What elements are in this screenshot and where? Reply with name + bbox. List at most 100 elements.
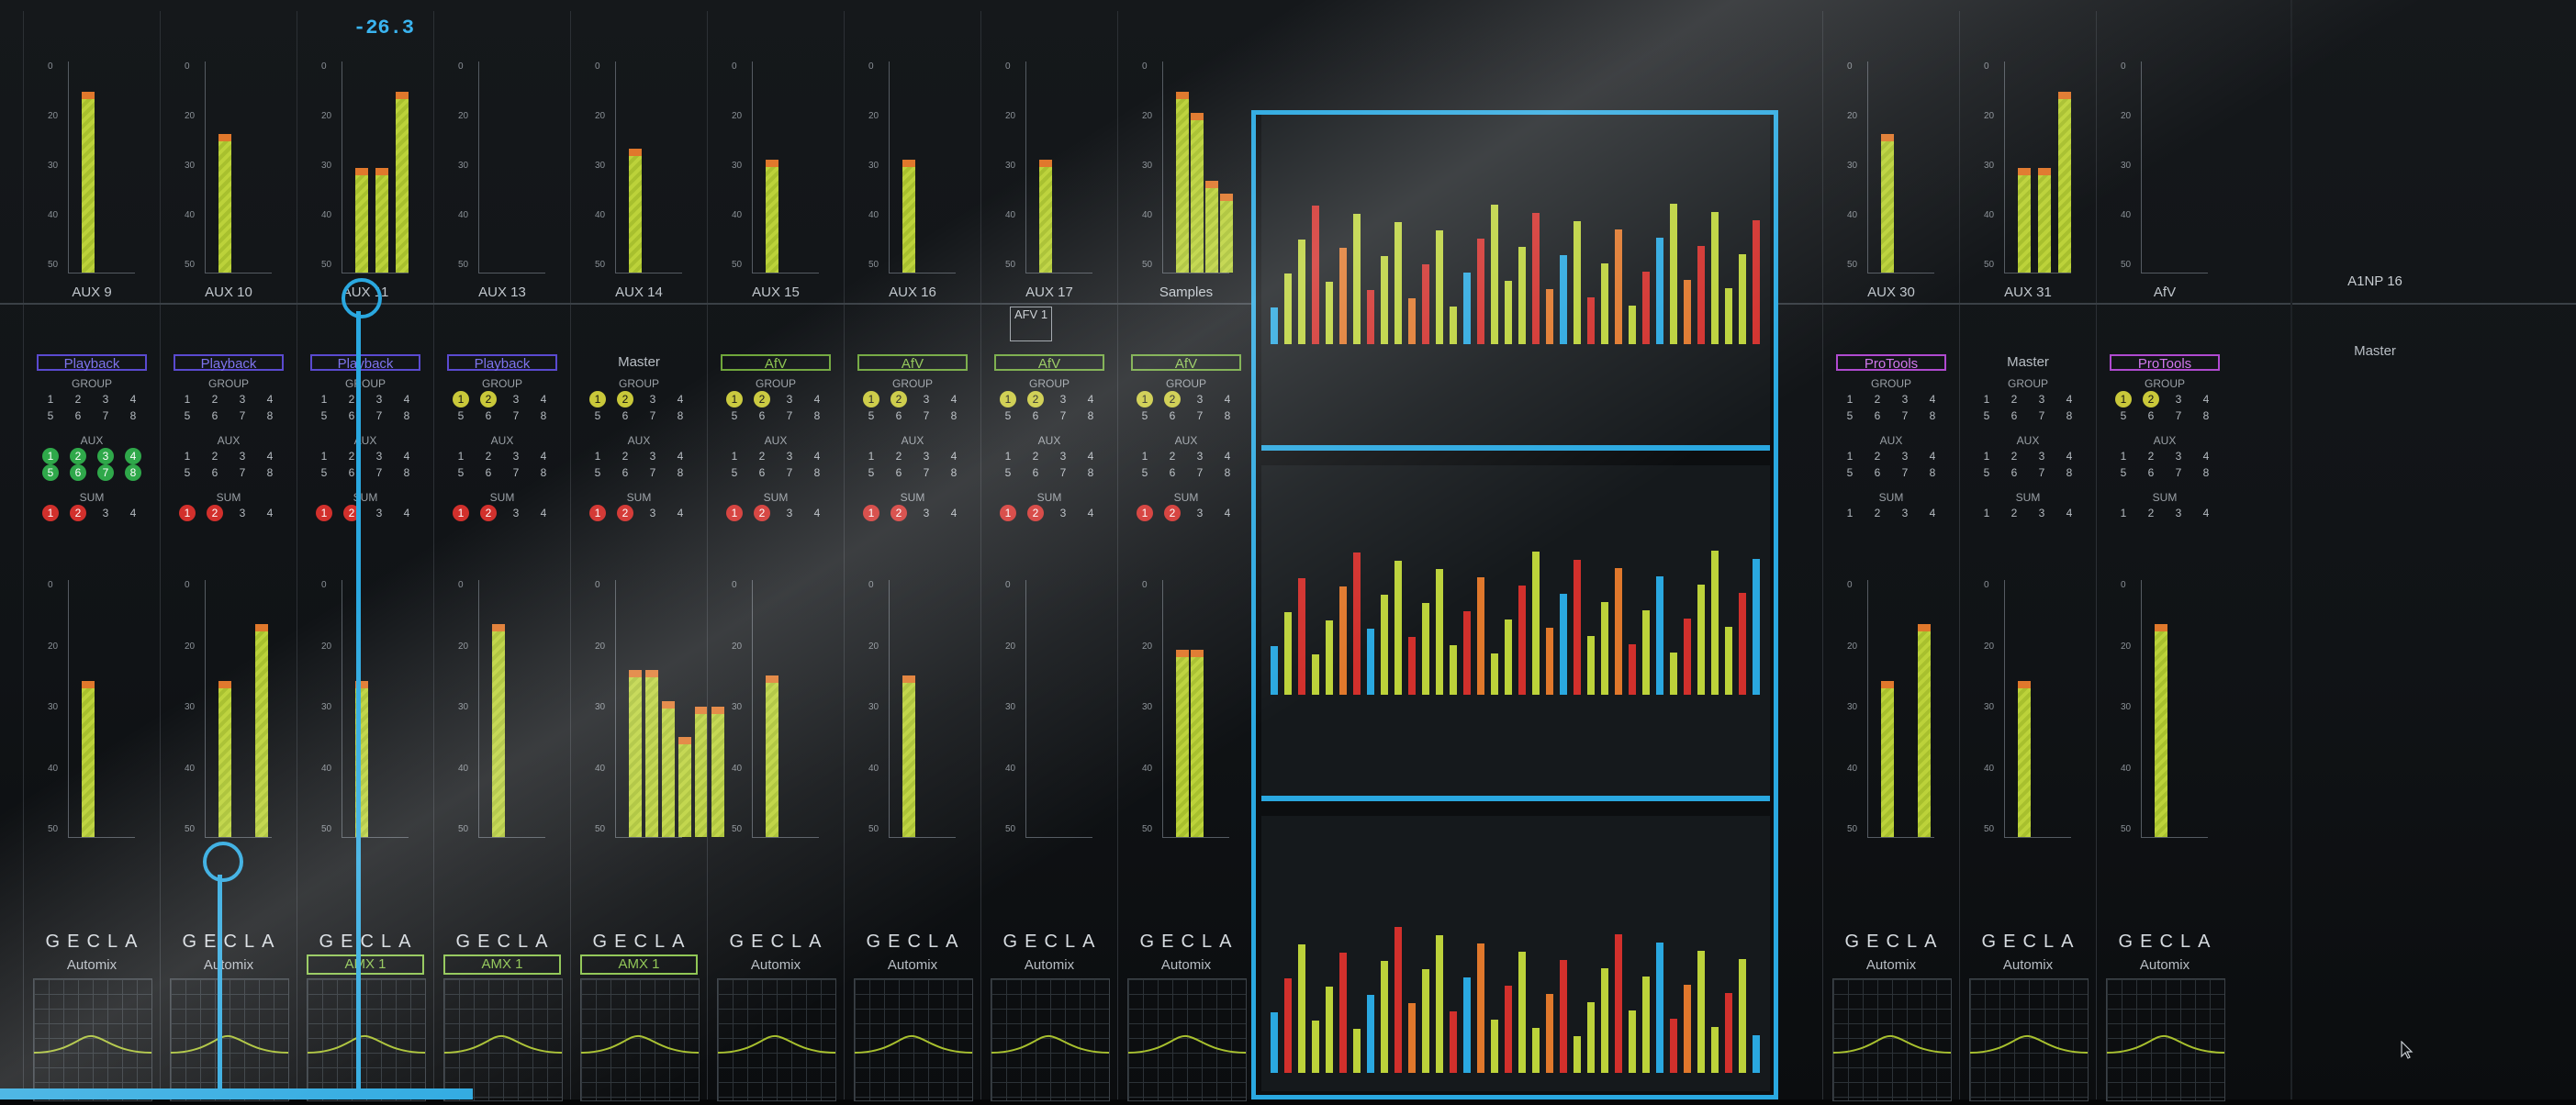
- aux-button[interactable]: 5: [1978, 464, 1995, 481]
- group-button[interactable]: 1: [179, 391, 196, 407]
- group-button[interactable]: 6: [617, 407, 633, 424]
- channel-strip[interactable]: 0 20 30 40 50 AUX 10 Playback GROUP 1 2 3 4 5 6 7 8 AUX 1…: [160, 11, 297, 1101]
- amx-group[interactable]: AMX 1: [580, 954, 698, 975]
- gecla-button[interactable]: L: [518, 932, 529, 953]
- sum-button[interactable]: 4: [1219, 505, 1236, 521]
- channel-strip[interactable]: 0 20 30 40 50 AUX 16 AfV GROUP 1 2 3 4 5 6 7 8 AUX 1 2 3 4 5 6…: [844, 11, 980, 1101]
- group-button[interactable]: 5: [726, 407, 743, 424]
- aux-button[interactable]: 6: [754, 464, 770, 481]
- channel-role-tag[interactable]: ProTools: [1836, 354, 1946, 372]
- group-button[interactable]: 1: [1000, 391, 1016, 407]
- sum-button[interactable]: 1: [2115, 505, 2132, 521]
- sum-button[interactable]: 3: [2170, 505, 2187, 521]
- gecla-button[interactable]: C: [223, 932, 237, 953]
- aux-button[interactable]: 8: [398, 464, 415, 481]
- aux-button[interactable]: 5: [179, 464, 196, 481]
- eq-curve-display[interactable]: [580, 978, 700, 1101]
- sum-button[interactable]: 3: [1055, 505, 1071, 521]
- automix-label[interactable]: Automix: [708, 957, 844, 973]
- aux-button[interactable]: 3: [2033, 448, 2050, 464]
- group-button[interactable]: 8: [2198, 407, 2214, 424]
- group-button[interactable]: 1: [2115, 391, 2132, 407]
- aux-button[interactable]: 1: [1000, 448, 1016, 464]
- group-button[interactable]: 2: [617, 391, 633, 407]
- aux-button[interactable]: 1: [726, 448, 743, 464]
- group-button[interactable]: 7: [644, 407, 661, 424]
- aux-button[interactable]: 3: [1055, 448, 1071, 464]
- aux-button[interactable]: 6: [2143, 464, 2159, 481]
- gecla-button[interactable]: A: [2061, 932, 2074, 953]
- group-button[interactable]: 5: [863, 407, 879, 424]
- group-button[interactable]: 4: [535, 391, 552, 407]
- aux-button[interactable]: 3: [97, 448, 114, 464]
- gecla-button[interactable]: G: [593, 932, 609, 953]
- group-button[interactable]: 3: [918, 391, 935, 407]
- sum-button[interactable]: 3: [781, 505, 798, 521]
- gecla-button[interactable]: A: [125, 932, 138, 953]
- aux-button[interactable]: 8: [1219, 464, 1236, 481]
- channel-strip[interactable]: 0 20 30 40 50 AUX 31 Master GROUP 1 2 3 4 5 6 7 8 AUX 1 2 3…: [1959, 11, 2096, 1101]
- group-button[interactable]: 8: [809, 407, 825, 424]
- gecla-button[interactable]: C: [770, 932, 784, 953]
- aux-button[interactable]: 4: [2198, 448, 2214, 464]
- sum-button[interactable]: 2: [1164, 505, 1181, 521]
- layout-popup-panel[interactable]: [1251, 110, 1778, 1099]
- automix-label[interactable]: Automix: [24, 957, 160, 973]
- gecla-button[interactable]: C: [1044, 932, 1058, 953]
- gecla-button[interactable]: L: [928, 932, 939, 953]
- gecla-button[interactable]: G: [46, 932, 62, 953]
- sum-button[interactable]: 4: [809, 505, 825, 521]
- eq-curve-display[interactable]: [307, 978, 426, 1101]
- sum-button[interactable]: 1: [453, 505, 469, 521]
- aux-button[interactable]: 4: [2061, 448, 2078, 464]
- aux-button[interactable]: 5: [1137, 464, 1153, 481]
- sum-button[interactable]: 4: [946, 505, 962, 521]
- gecla-button[interactable]: E: [477, 932, 490, 953]
- group-button[interactable]: 7: [2033, 407, 2050, 424]
- group-button[interactable]: 6: [1027, 407, 1044, 424]
- aux-button[interactable]: 2: [480, 448, 497, 464]
- group-button[interactable]: 2: [2143, 391, 2159, 407]
- gecla-button[interactable]: L: [2180, 932, 2191, 953]
- aux-button[interactable]: 6: [2006, 464, 2022, 481]
- group-button[interactable]: 5: [2115, 407, 2132, 424]
- eq-curve-display[interactable]: [991, 978, 1110, 1101]
- group-button[interactable]: 4: [398, 391, 415, 407]
- gecla-button[interactable]: L: [2044, 932, 2055, 953]
- aux-button[interactable]: 1: [1978, 448, 1995, 464]
- gecla-button[interactable]: C: [2159, 932, 2173, 953]
- channel-strip[interactable]: 0 20 30 40 50 AUX 17 AfV GROUP 1 2 3 4 5 6 7 8 AUX 1 2 3 4 5 6…: [980, 11, 1117, 1101]
- group-button[interactable]: 3: [508, 391, 524, 407]
- automix-label[interactable]: Automix: [1960, 957, 2096, 973]
- gecla-button[interactable]: A: [672, 932, 685, 953]
- gecla-button[interactable]: A: [398, 932, 411, 953]
- aux-button[interactable]: 2: [890, 448, 907, 464]
- group-button[interactable]: 6: [1869, 407, 1886, 424]
- aux-button[interactable]: 7: [1192, 464, 1208, 481]
- sum-button[interactable]: 2: [1027, 505, 1044, 521]
- eq-curve-display[interactable]: [1832, 978, 1952, 1101]
- gecla-button[interactable]: L: [1202, 932, 1213, 953]
- aux-button[interactable]: 5: [589, 464, 606, 481]
- afv-box[interactable]: AFV 1: [1010, 307, 1052, 341]
- eq-curve-display[interactable]: [33, 978, 152, 1101]
- aux-button[interactable]: 3: [644, 448, 661, 464]
- group-button[interactable]: 4: [2198, 391, 2214, 407]
- channel-role-tag[interactable]: Playback: [37, 354, 147, 372]
- aux-button[interactable]: 1: [42, 448, 59, 464]
- aux-button[interactable]: 6: [1164, 464, 1181, 481]
- sum-button[interactable]: 4: [2198, 505, 2214, 521]
- aux-button[interactable]: 7: [371, 464, 387, 481]
- aux-button[interactable]: 1: [453, 448, 469, 464]
- group-button[interactable]: 1: [726, 391, 743, 407]
- aux-button[interactable]: 5: [863, 464, 879, 481]
- aux-button[interactable]: 8: [946, 464, 962, 481]
- group-button[interactable]: 2: [70, 391, 86, 407]
- group-button[interactable]: 4: [809, 391, 825, 407]
- automix-label[interactable]: Automix: [1118, 957, 1254, 973]
- group-button[interactable]: 7: [371, 407, 387, 424]
- aux-button[interactable]: 5: [2115, 464, 2132, 481]
- group-button[interactable]: 1: [863, 391, 879, 407]
- aux-button[interactable]: 2: [1869, 448, 1886, 464]
- gecla-button[interactable]: E: [204, 932, 217, 953]
